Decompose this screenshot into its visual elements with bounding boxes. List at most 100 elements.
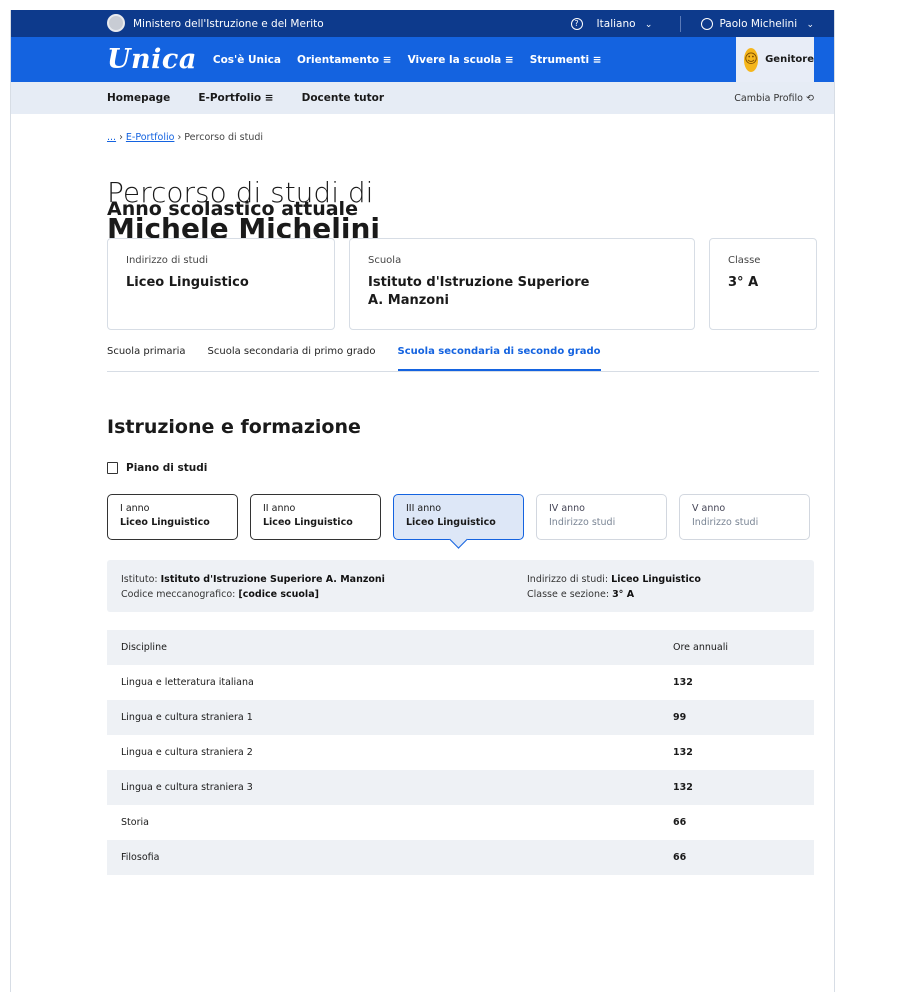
card-scuola: Scuola Istituto d'Istruzione Superiore A…	[349, 238, 695, 330]
ministry-link[interactable]: Ministero dell'Istruzione e del Merito	[133, 18, 324, 30]
info-label: Codice meccanografico:	[121, 589, 236, 600]
table-row: Lingua e cultura straniera 3 132	[107, 770, 814, 805]
document-icon	[107, 462, 118, 474]
year-card-2[interactable]: II anno Liceo Linguistico	[250, 494, 381, 540]
disciplines-table: Discipline Ore annuali Lingua e letterat…	[107, 630, 814, 875]
table-row: Lingua e cultura straniera 2 132	[107, 735, 814, 770]
chevron-down-icon: ⌄	[644, 19, 653, 30]
year-subtitle: Indirizzo studi	[692, 517, 759, 528]
discipline-hours: 132	[673, 782, 693, 793]
table-row: Lingua e cultura straniera 1 99	[107, 700, 814, 735]
header-discipline: Discipline	[121, 642, 167, 653]
info-value: [codice scuola]	[238, 589, 319, 600]
year-title: III anno	[406, 503, 442, 514]
breadcrumb-separator: ›	[119, 132, 126, 143]
discipline-name: Lingua e letteratura italiana	[121, 677, 254, 688]
card-classe: Classe 3° A	[709, 238, 817, 330]
subnav-e-portfolio[interactable]: E-Portfolio ≡	[198, 92, 273, 104]
sub-navbar: Homepage E-Portfolio ≡ Docente tutor Cam…	[11, 82, 834, 114]
info-label: Classe e sezione:	[527, 589, 610, 600]
school-info-box: Istituto: Istituto d'Istruzione Superior…	[107, 560, 814, 612]
header-hours: Ore annuali	[673, 642, 729, 653]
help-icon[interactable]: ?	[570, 17, 583, 30]
study-plan-label: Piano di studi	[107, 462, 207, 474]
year-card-5[interactable]: V anno Indirizzo studi	[679, 494, 810, 540]
divider	[680, 15, 682, 32]
school-level-tabs: Scuola primaria Scuola secondaria di pri…	[107, 338, 819, 372]
info-value: Istituto d'Istruzione Superiore A. Manzo…	[160, 574, 385, 585]
year-card-1[interactable]: I anno Liceo Linguistico	[107, 494, 238, 540]
info-value: 3° A	[612, 589, 635, 600]
language-selector[interactable]: Italiano ⌄	[597, 18, 653, 30]
change-profile-label: Cambia Profilo	[734, 92, 803, 104]
breadcrumb-current: Percorso di studi	[184, 132, 264, 143]
card-label: Scuola	[368, 255, 402, 266]
subnav-docente-tutor[interactable]: Docente tutor	[302, 92, 384, 104]
user-icon	[701, 17, 714, 30]
breadcrumb-e-portfolio[interactable]: E-Portfolio	[126, 132, 175, 143]
discipline-hours: 132	[673, 747, 693, 758]
institutional-bar: Ministero dell'Istruzione e del Merito ?…	[11, 10, 834, 37]
study-plan-text: Piano di studi	[126, 462, 208, 474]
year-title: II anno	[263, 503, 296, 514]
tab-secondaria-secondo-grado[interactable]: Scuola secondaria di secondo grado	[397, 338, 601, 371]
chevron-down-icon: ⌄	[806, 19, 814, 30]
discipline-hours: 99	[673, 712, 687, 723]
card-value: Istituto d'Istruzione Superiore A. Manzo…	[368, 275, 590, 308]
table-row: Filosofia 66	[107, 840, 814, 875]
subnav-homepage[interactable]: Homepage	[107, 92, 170, 104]
year-title: V anno	[692, 503, 726, 514]
year-subtitle: Liceo Linguistico	[120, 517, 210, 528]
republic-emblem-icon	[107, 14, 125, 32]
info-institute: Istituto: Istituto d'Istruzione Superior…	[121, 572, 385, 587]
year-subtitle: Indirizzo studi	[549, 517, 616, 528]
main-navbar: Unica Cos'è Unica Orientamento ≡ Vivere …	[11, 37, 834, 82]
info-address: Indirizzo di studi: Liceo Linguistico	[527, 572, 701, 587]
card-value: Liceo Linguistico	[126, 275, 249, 290]
year-subtitle: Liceo Linguistico	[406, 517, 496, 528]
education-heading: Istruzione e formazione	[107, 416, 361, 438]
nav-orientamento[interactable]: Orientamento ≡	[297, 54, 392, 66]
tab-scuola-primaria[interactable]: Scuola primaria	[107, 338, 186, 371]
card-value: 3° A	[728, 275, 759, 290]
table-row: Lingua e letteratura italiana 132	[107, 665, 814, 700]
discipline-name: Filosofia	[121, 852, 160, 863]
year-subtitle: Liceo Linguistico	[263, 517, 353, 528]
table-header-row: Discipline Ore annuali	[107, 630, 814, 665]
discipline-hours: 66	[673, 817, 687, 828]
change-profile-button[interactable]: Cambia Profilo ⟲	[734, 93, 814, 104]
refresh-icon: ⟲	[806, 92, 814, 104]
unica-logo[interactable]: Unica	[107, 44, 197, 75]
page-frame: Ministero dell'Istruzione e del Merito ?…	[10, 10, 835, 992]
breadcrumb: ... › E-Portfolio › Percorso di studi	[107, 132, 263, 143]
table-row: Storia 66	[107, 805, 814, 840]
profile-role-button[interactable]: ☺ Genitore	[736, 37, 814, 82]
info-value: Liceo Linguistico	[611, 574, 701, 585]
user-menu[interactable]: Paolo Michelini ⌄	[719, 18, 814, 30]
card-label: Classe	[728, 255, 761, 266]
discipline-hours: 132	[673, 677, 693, 688]
year-title: IV anno	[549, 503, 585, 514]
card-label: Indirizzo di studi	[126, 255, 208, 266]
discipline-hours: 66	[673, 852, 687, 863]
user-name: Paolo Michelini	[719, 17, 798, 30]
card-indirizzo: Indirizzo di studi Liceo Linguistico	[107, 238, 335, 330]
profile-role-label: Genitore	[765, 54, 814, 65]
nav-cose-unica[interactable]: Cos'è Unica	[213, 54, 281, 66]
info-label: Istituto:	[121, 574, 158, 585]
info-label: Indirizzo di studi:	[527, 574, 609, 585]
info-left-column: Istituto: Istituto d'Istruzione Superior…	[121, 572, 385, 602]
tab-secondaria-primo-grado[interactable]: Scuola secondaria di primo grado	[208, 338, 376, 371]
nav-strumenti[interactable]: Strumenti ≡	[530, 54, 602, 66]
year-card-3-selected[interactable]: III anno Liceo Linguistico	[393, 494, 524, 540]
nav-vivere-la-scuola[interactable]: Vivere la scuola ≡	[408, 54, 514, 66]
discipline-name: Storia	[121, 817, 149, 828]
discipline-name: Lingua e cultura straniera 1	[121, 712, 253, 723]
year-card-4[interactable]: IV anno Indirizzo studi	[536, 494, 667, 540]
language-label: Italiano	[596, 17, 636, 30]
breadcrumb-ellipsis[interactable]: ...	[107, 132, 116, 143]
discipline-name: Lingua e cultura straniera 2	[121, 747, 253, 758]
year-title: I anno	[120, 503, 150, 514]
year-selector: I anno Liceo Linguistico II anno Liceo L…	[107, 494, 810, 540]
discipline-name: Lingua e cultura straniera 3	[121, 782, 253, 793]
